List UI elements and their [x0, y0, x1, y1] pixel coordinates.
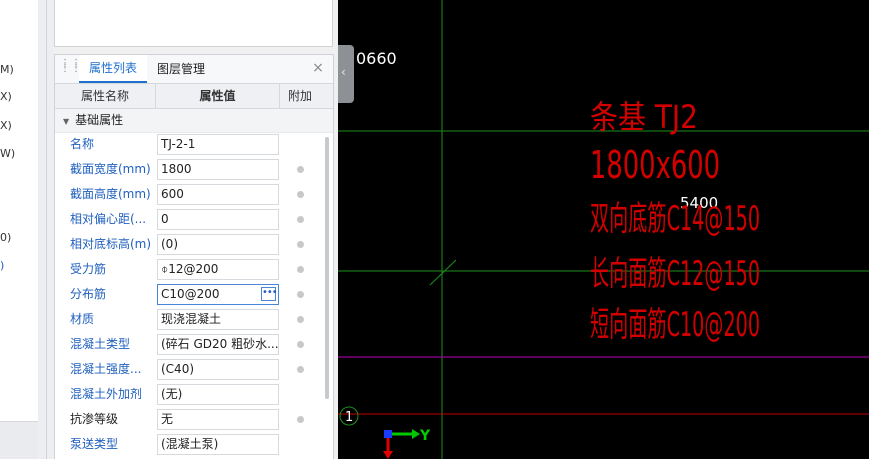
row-name: 截面宽度(mm): [70, 162, 151, 176]
column-header: 属性名称 属性值 附加: [55, 84, 333, 109]
row-value[interactable]: 现浇混凝土: [157, 309, 279, 330]
row-value-text: C10@200: [161, 287, 220, 301]
table-row: 截面宽度(mm) 1800: [55, 157, 320, 182]
column-attach: 附加: [287, 89, 312, 103]
attach-dot[interactable]: [297, 416, 304, 423]
row-value[interactable]: (0): [157, 234, 279, 255]
row-name: 分布筋: [70, 287, 107, 301]
row-name: 混凝土外加剂: [70, 387, 143, 401]
column-value: 属性值: [156, 84, 280, 108]
row-value[interactable]: ⌽12@200: [157, 259, 279, 280]
left-fragment-6: ): [0, 259, 5, 272]
row-value[interactable]: 无: [157, 409, 279, 430]
chevron-left-icon: ‹: [341, 65, 346, 79]
row-value[interactable]: TJ-2-1: [157, 134, 279, 155]
attach-dot[interactable]: [297, 341, 304, 348]
cad-drawing: 1 0660 5400 条基 TJ2 1800x600 双向底筋C14@150 …: [338, 0, 869, 459]
property-panel: ⋮⋮ ⋮⋮ 属性列表 图层管理 × 属性名称 属性值 附加 ▼ 基础属性 名称 TJ…: [54, 54, 334, 459]
beam-annotation: 条基 TJ2 1800x600 双向底筋C14@150 长向面筋C12@150 …: [590, 98, 760, 345]
property-rows: 名称 TJ-2-1 截面宽度(mm) 1800 截面高度(mm) 600 相对偏…: [55, 132, 320, 457]
table-row: 名称 TJ-2-1: [55, 132, 320, 157]
row-name: 抗渗等级: [70, 412, 119, 426]
tab-property-list[interactable]: 属性列表: [79, 55, 148, 83]
ucs-origin: [384, 430, 392, 438]
row-value[interactable]: (C40): [157, 359, 279, 380]
annotation-line-1: 条基 TJ2: [590, 98, 698, 136]
ucs-x-arrow: [412, 429, 420, 439]
attach-dot[interactable]: [297, 241, 304, 248]
table-row: 混凝土强度... (C40): [55, 357, 320, 382]
row-value[interactable]: (混凝土泵): [157, 434, 279, 455]
row-name: 材质: [70, 312, 95, 326]
more-options-button[interactable]: •••: [261, 287, 278, 301]
table-row: 截面高度(mm) 600: [55, 182, 320, 207]
left-fragment-1: M): [0, 63, 14, 76]
left-fragment-3: X): [0, 119, 12, 132]
ucs-axis-icon: Y: [383, 428, 431, 459]
attach-dot[interactable]: [297, 316, 304, 323]
annotation-line-3: 双向底筋C14@150: [590, 199, 760, 239]
left-fragment-5: 0): [0, 231, 12, 244]
collapse-panel-button[interactable]: ‹: [338, 45, 354, 103]
ucs-y-label: Y: [419, 428, 431, 444]
row-value[interactable]: 1800: [157, 159, 279, 180]
row-value[interactable]: (碎石 GD20 粗砂水...: [157, 334, 279, 355]
column-name: 属性名称: [55, 84, 156, 108]
table-row: 受力筋 ⌽12@200: [55, 257, 320, 282]
section-basic-properties[interactable]: ▼ 基础属性: [55, 109, 333, 133]
attach-dot[interactable]: [297, 191, 304, 198]
annotation-line-5: 短向面筋C10@200: [590, 305, 760, 345]
table-row: 材质 现浇混凝土: [55, 307, 320, 332]
section-title: 基础属性: [75, 113, 124, 127]
row-name: 截面高度(mm): [70, 187, 151, 201]
table-row: 混凝土外加剂 (无): [55, 382, 320, 407]
drawing-canvas[interactable]: 1 0660 5400 条基 TJ2 1800x600 双向底筋C14@150 …: [338, 0, 869, 459]
row-value[interactable]: (无): [157, 384, 279, 405]
table-row: 相对底标高(m) (0): [55, 232, 320, 257]
panel-tabbar: ⋮⋮ ⋮⋮ 属性列表 图层管理 ×: [55, 55, 333, 84]
table-row: 泵送类型 (混凝土泵): [55, 432, 320, 457]
row-name: 混凝土强度...: [70, 362, 142, 376]
ucs-y-arrow: [383, 451, 393, 459]
panel-scrollbar[interactable]: [325, 137, 329, 399]
attach-dot[interactable]: [297, 366, 304, 373]
dimension-top: 0660: [356, 49, 397, 68]
row-name: 相对底标高(m): [70, 237, 152, 251]
upper-panel: [54, 0, 333, 47]
row-name: 混凝土类型: [70, 337, 131, 351]
left-fragment-2: X): [0, 90, 12, 103]
table-row: 分布筋 C10@200 •••: [55, 282, 320, 307]
tab-layer-manager[interactable]: 图层管理: [147, 55, 215, 83]
left-bottom-box: [0, 421, 38, 459]
gutter-divider: [46, 0, 47, 459]
left-fragment-4: W): [0, 147, 16, 160]
axis-bubble-label: 1: [345, 410, 353, 425]
row-name: 受力筋: [70, 262, 107, 276]
row-name: 名称: [70, 137, 95, 151]
row-name: 泵送类型: [70, 437, 119, 451]
row-value-editing[interactable]: C10@200 •••: [157, 284, 279, 305]
annotation-line-2: 1800x600: [590, 143, 720, 187]
attach-dot[interactable]: [297, 166, 304, 173]
table-row: 相对偏心距(... 0: [55, 207, 320, 232]
annotation-line-4: 长向面筋C12@150: [590, 254, 760, 294]
panel-gutter: [38, 0, 54, 459]
attach-dot[interactable]: [297, 216, 304, 223]
collapse-arrow-icon[interactable]: ▼: [63, 117, 69, 126]
green-diagonal-tick: [429, 259, 457, 286]
drag-grip-icon[interactable]: ⋮⋮ ⋮⋮: [60, 59, 81, 77]
attach-dot[interactable]: [297, 266, 304, 273]
row-name: 相对偏心距(...: [70, 212, 147, 226]
table-row: 混凝土类型 (碎石 GD20 粗砂水...: [55, 332, 320, 357]
close-icon[interactable]: ×: [311, 61, 325, 75]
left-panel-strip: M) X) X) W) 0) ): [0, 0, 39, 459]
row-value[interactable]: 600: [157, 184, 279, 205]
row-value[interactable]: 0: [157, 209, 279, 230]
table-row: 抗渗等级 无: [55, 407, 320, 432]
attach-dot[interactable]: [297, 291, 304, 298]
